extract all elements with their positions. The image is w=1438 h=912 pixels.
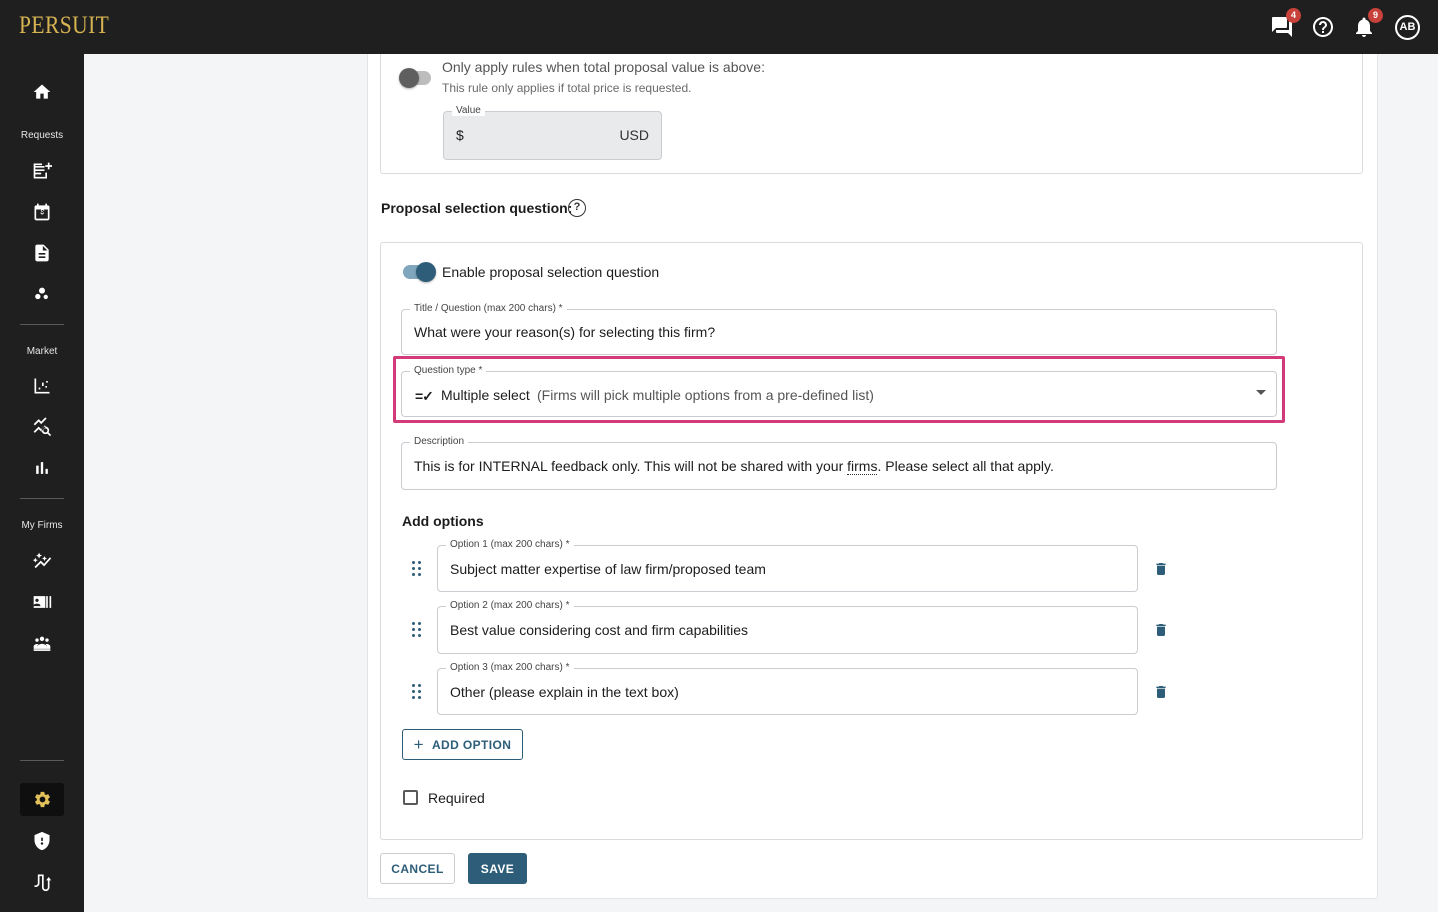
description-value: This is for INTERNAL feedback only. This…	[414, 458, 1054, 475]
cancel-button[interactable]: CANCEL	[380, 853, 455, 884]
price-calendar-icon[interactable]	[30, 200, 54, 224]
required-checkbox[interactable]	[403, 790, 418, 805]
contact-card-icon[interactable]	[30, 590, 54, 614]
top-bar: PERSUIT 4 9 AB	[0, 0, 1438, 54]
description-text-end: . Please select all that apply.	[877, 458, 1054, 474]
currency-code: USD	[619, 127, 649, 143]
value-rule-toggle[interactable]	[399, 68, 431, 88]
scatter-icon[interactable]	[30, 282, 54, 306]
main-content: Only apply rules when total proposal val…	[84, 54, 1438, 912]
currency-symbol: $	[456, 127, 464, 143]
analytics-search-icon[interactable]	[30, 415, 54, 439]
option-label: Option 3 (max 200 chars) *	[446, 662, 574, 673]
toggle-knob	[399, 68, 419, 88]
sidebar-section-market: Market	[26, 346, 58, 357]
help-icon[interactable]	[1311, 15, 1335, 39]
sidebar-divider	[20, 498, 64, 499]
enable-question-toggle[interactable]	[403, 262, 436, 282]
enable-question-label: Enable proposal selection question	[442, 264, 660, 280]
auto-graph-icon[interactable]	[30, 549, 54, 573]
drag-handle-icon[interactable]	[411, 561, 423, 577]
title-field-label: Title / Question (max 200 chars) *	[410, 303, 567, 314]
option-3-field[interactable]: Option 3 (max 200 chars) * Other (please…	[437, 662, 1138, 715]
option-label: Option 2 (max 200 chars) *	[446, 600, 574, 611]
value-rule-toggle-label: Only apply rules when total proposal val…	[442, 59, 765, 75]
value-rule-hint: This rule only applies if total price is…	[442, 81, 692, 95]
description-field[interactable]: Description This is for INTERNAL feedbac…	[401, 436, 1277, 490]
toggle-knob	[416, 262, 436, 282]
drag-handle-icon[interactable]	[411, 622, 423, 638]
bar-chart-icon[interactable]	[30, 456, 54, 480]
cancel-button-label: CANCEL	[391, 861, 444, 876]
security-shield-icon[interactable]	[30, 829, 54, 853]
option-value: Best value considering cost and firm cap…	[450, 622, 749, 638]
user-avatar[interactable]: AB	[1395, 15, 1420, 40]
sidebar-nav: Requests Market My Firms	[0, 54, 84, 912]
description-firms-link[interactable]: firms	[847, 458, 878, 475]
plus-icon: +	[413, 734, 424, 754]
new-request-icon[interactable]	[30, 159, 54, 183]
delete-trash-icon[interactable]	[1153, 560, 1169, 583]
save-button[interactable]: SAVE	[468, 853, 527, 884]
add-option-button[interactable]: + ADD OPTION	[402, 729, 523, 760]
description-label: Description	[410, 436, 469, 447]
home-icon[interactable]	[30, 80, 54, 104]
description-text-start: This is for INTERNAL feedback only. This…	[414, 458, 848, 474]
drag-handle-icon[interactable]	[411, 684, 423, 700]
option-label: Option 1 (max 200 chars) *	[446, 539, 574, 550]
sidebar-divider	[20, 324, 64, 325]
notifications-bell-icon[interactable]: 9	[1352, 8, 1383, 39]
help-circle-icon[interactable]: ?	[568, 199, 586, 217]
persuit-logo[interactable]: PERSUIT	[19, 12, 109, 40]
sidebar-section-requests: Requests	[20, 130, 64, 141]
required-label: Required	[428, 790, 485, 806]
delete-trash-icon[interactable]	[1153, 683, 1169, 706]
option-value: Other (please explain in the text box)	[450, 684, 679, 700]
document-icon[interactable]	[30, 241, 54, 265]
option-1-field[interactable]: Option 1 (max 200 chars) * Subject matte…	[437, 539, 1138, 592]
sidebar-divider	[20, 760, 64, 761]
workflow-icon[interactable]	[30, 870, 54, 894]
title-question-field[interactable]: Title / Question (max 200 chars) * What …	[401, 303, 1277, 355]
notifications-badge: 9	[1368, 8, 1383, 23]
messages-badge: 4	[1286, 8, 1301, 23]
value-field-label: Value	[452, 105, 485, 116]
delete-trash-icon[interactable]	[1153, 621, 1169, 644]
option-value: Subject matter expertise of law firm/pro…	[450, 561, 766, 577]
sidebar-section-my-firms: My Firms	[21, 520, 63, 531]
team-icon[interactable]	[30, 631, 54, 655]
messages-icon[interactable]: 4	[1270, 8, 1301, 39]
title-field-value: What were your reason(s) for selecting t…	[414, 324, 716, 340]
question-type-highlight	[393, 356, 1285, 423]
add-options-heading: Add options	[402, 513, 484, 529]
add-option-label: ADD OPTION	[431, 737, 512, 752]
save-button-label: SAVE	[480, 861, 515, 876]
value-input[interactable]: Value $ USD	[443, 105, 662, 160]
proposal-selection-heading: Proposal selection question:	[381, 200, 573, 216]
settings-icon[interactable]	[20, 783, 64, 816]
option-2-field[interactable]: Option 2 (max 200 chars) * Best value co…	[437, 600, 1138, 654]
chart-line-icon[interactable]	[30, 374, 54, 398]
